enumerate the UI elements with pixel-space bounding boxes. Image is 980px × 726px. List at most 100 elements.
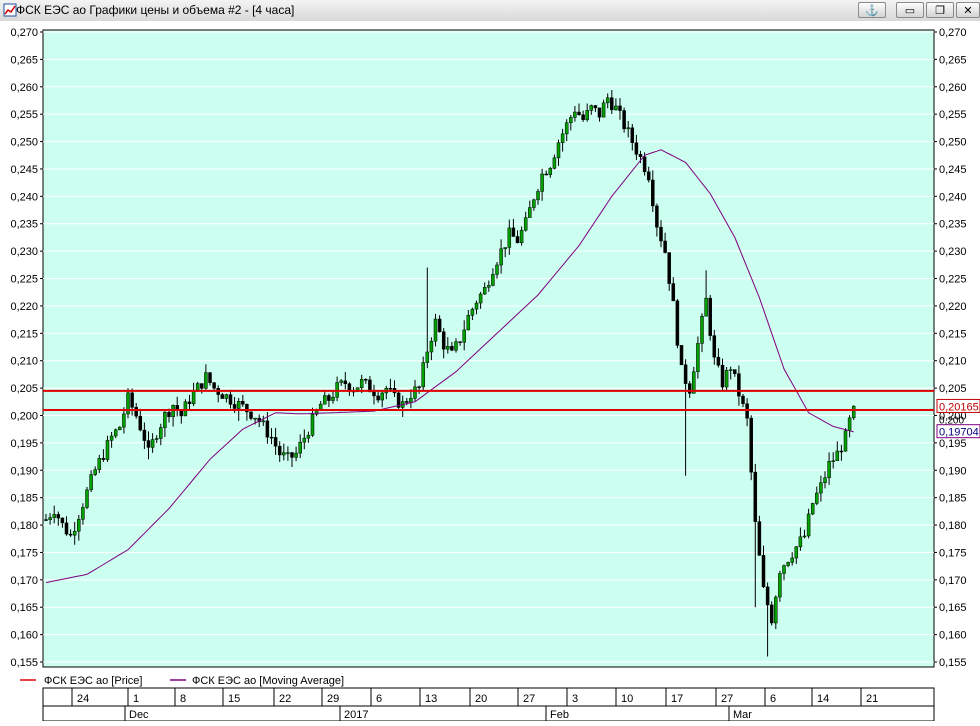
- candle-body: [380, 392, 384, 401]
- candle-body: [118, 426, 122, 431]
- candle-body: [150, 439, 155, 448]
- y-tick-label: 0,195: [10, 438, 38, 450]
- y-tick-label: 0,245: [10, 164, 38, 176]
- candle-body: [474, 302, 479, 310]
- x-day-label: 15: [228, 693, 240, 705]
- candle-body: [720, 364, 725, 388]
- candle-body: [507, 227, 512, 248]
- candle-body: [757, 521, 762, 556]
- candle-body: [622, 110, 626, 130]
- candle-body: [626, 127, 630, 130]
- candle-body: [753, 471, 758, 522]
- price-chart[interactable]: 0,270 0,265 0,260 0,255 0,250 0,245 0,240 0,235…: [0, 21, 980, 722]
- candle-body: [241, 401, 245, 405]
- candle-body: [589, 105, 594, 111]
- y-tick-label: 0,165: [10, 602, 38, 614]
- candle-body: [323, 395, 327, 405]
- y-tick-label: 0,245: [939, 164, 967, 176]
- candle-body: [236, 401, 241, 409]
- x-month-label: Dec: [129, 709, 149, 721]
- y-tick-label: 0,250: [939, 137, 967, 149]
- x-month-label: Mar: [733, 709, 752, 721]
- candle-body: [630, 127, 635, 143]
- candle-body: [769, 604, 774, 624]
- candle-body: [810, 503, 815, 515]
- candle-body: [68, 533, 73, 536]
- y-tick-label: 0,205: [10, 383, 38, 395]
- candle-body: [437, 318, 442, 333]
- anchor-button[interactable]: ⚓: [858, 2, 886, 18]
- candle-body: [273, 437, 278, 447]
- candle-body: [573, 111, 577, 118]
- legend-ma-label: ФСК ЕЭС ао [Moving Average]: [192, 675, 344, 687]
- candle-body: [581, 114, 585, 120]
- candle-body: [548, 168, 553, 175]
- candle-body: [614, 105, 618, 111]
- candle-body: [519, 229, 524, 244]
- candle-body: [413, 386, 417, 399]
- candle-body: [44, 519, 48, 521]
- candle-body: [503, 247, 507, 250]
- candle-body: [495, 264, 499, 275]
- candle-body: [659, 226, 663, 242]
- candle-body: [663, 240, 667, 253]
- chart-window[interactable]: 0,270 0,265 0,260 0,255 0,250 0,245 0,240 0,235…: [0, 21, 980, 722]
- candle-body: [265, 420, 270, 438]
- y-tick-label: 0,210: [939, 356, 967, 368]
- candle-body: [708, 297, 712, 336]
- x-month-label: Feb: [550, 709, 569, 721]
- minimize-button[interactable]: ▭: [896, 2, 924, 18]
- x-day-label: 29: [327, 693, 339, 705]
- y-tick-label: 0,175: [10, 547, 38, 559]
- candle-body: [277, 445, 282, 456]
- candle-body: [425, 351, 430, 363]
- candle-body: [171, 405, 175, 418]
- candle-body: [737, 373, 741, 397]
- y-tick-label: 0,230: [939, 246, 967, 258]
- candle-body: [835, 450, 840, 461]
- candle-body: [81, 507, 85, 520]
- plot-area[interactable]: [42, 29, 935, 668]
- candle-body: [138, 415, 143, 431]
- candle-body: [851, 405, 856, 419]
- candle-body: [815, 492, 819, 504]
- candle-body: [491, 274, 495, 286]
- candle-body: [819, 482, 823, 494]
- candle-body: [105, 440, 110, 460]
- restore-button[interactable]: ❐: [926, 2, 954, 18]
- candle-body: [741, 395, 745, 404]
- candle-body: [433, 318, 438, 342]
- candle-body: [642, 156, 647, 173]
- y-tick-label: 0,155: [939, 657, 967, 669]
- x-day-label: 17: [671, 693, 683, 705]
- candle-body: [228, 394, 233, 405]
- y-tick-label: 0,175: [939, 547, 967, 559]
- candle-body: [429, 340, 434, 353]
- candle-body: [728, 369, 733, 371]
- candle-body: [146, 440, 151, 448]
- y-tick-label: 0,180: [939, 520, 967, 532]
- candle-body: [778, 573, 782, 598]
- candle-body: [704, 297, 708, 317]
- candle-body: [532, 199, 536, 208]
- x-day-label: 14: [817, 693, 829, 705]
- candle-body: [610, 97, 614, 111]
- candle-body: [306, 435, 311, 439]
- candle-body: [77, 519, 81, 532]
- candle-body: [163, 411, 167, 428]
- candle-body: [109, 435, 114, 441]
- candle-body: [64, 522, 69, 535]
- candle-body: [97, 458, 102, 470]
- candle-body: [569, 117, 573, 124]
- ma-label: 0,19704: [939, 427, 979, 439]
- close-button[interactable]: ✕: [956, 2, 980, 18]
- y-tick-label: 0,200: [10, 410, 38, 422]
- candle-body: [290, 452, 294, 458]
- candle-body: [159, 427, 163, 439]
- candle-body: [544, 173, 548, 176]
- y-tick-label: 0,180: [10, 520, 38, 532]
- x-month-label: 2017: [344, 709, 368, 721]
- candle-body: [441, 331, 446, 350]
- candle-body: [462, 329, 466, 343]
- candle-body: [294, 452, 298, 458]
